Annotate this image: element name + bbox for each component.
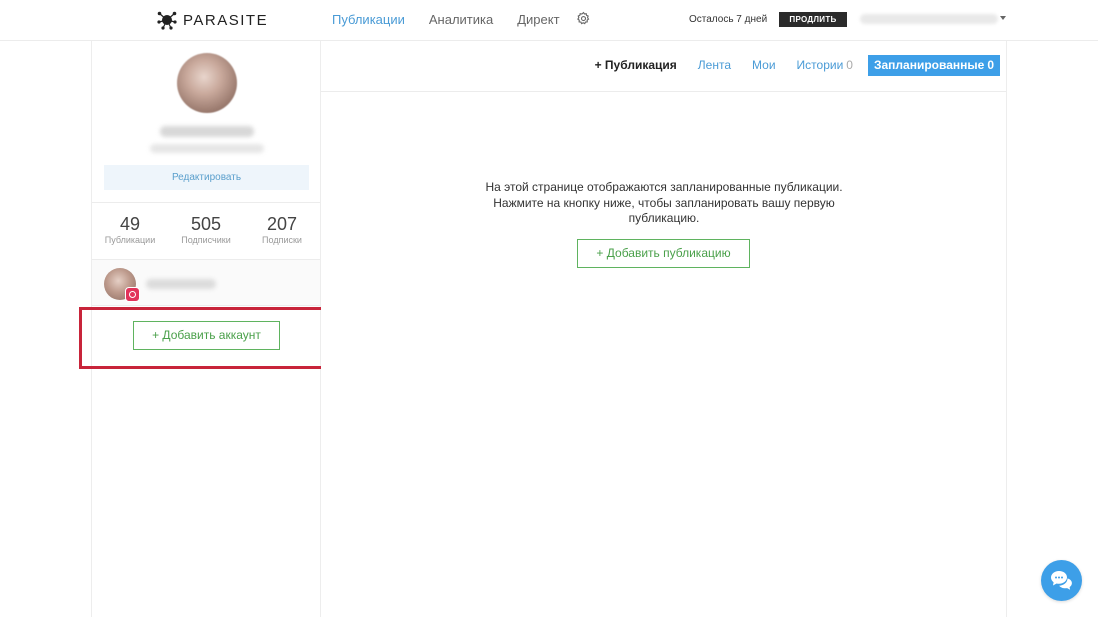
- add-publication-button[interactable]: + Добавить публикацию: [577, 239, 750, 268]
- extend-subscription-button[interactable]: ПРОДЛИТЬ: [779, 12, 847, 27]
- chat-bubbles-icon: [1051, 571, 1072, 590]
- tab-label: Запланированные: [873, 58, 985, 72]
- add-account-button[interactable]: + Добавить аккаунт: [133, 321, 280, 350]
- tab-feed[interactable]: Лента: [698, 55, 731, 76]
- profile-handle-blurred: [150, 144, 264, 153]
- nav-item-publications[interactable]: Публикации: [332, 12, 405, 27]
- profile-name-blurred: [160, 126, 254, 137]
- stat-label: Публикации: [104, 235, 156, 245]
- avatar: [177, 53, 237, 113]
- trial-remaining-text: Осталось 7 дней: [689, 14, 768, 25]
- account-email-blurred[interactable]: [860, 14, 998, 24]
- parasite-logo-icon: [157, 11, 177, 30]
- top-navigation-bar: PARASITE Публикации Аналитика Директ Ост…: [0, 0, 1098, 41]
- brand-name: PARASITE: [183, 11, 269, 29]
- nav-item-analytics[interactable]: Аналитика: [429, 12, 493, 27]
- profile-stats: 49 Публикации 505 Подписчики 207 Подписк…: [92, 214, 320, 245]
- tab-mine[interactable]: Мои: [752, 55, 776, 76]
- main-nav: Публикации Аналитика Директ: [332, 11, 590, 27]
- brand-logo[interactable]: PARASITE: [157, 10, 268, 30]
- chevron-down-icon[interactable]: [1000, 16, 1006, 20]
- chat-support-button[interactable]: [1041, 560, 1082, 601]
- nav-item-direct[interactable]: Директ: [517, 12, 559, 27]
- stat-value: 49: [119, 214, 141, 234]
- tab-stories[interactable]: Истории 0: [797, 55, 853, 76]
- tab-label: Истории: [796, 58, 844, 72]
- account-name-blurred: [146, 279, 216, 289]
- divider: [92, 202, 320, 203]
- empty-state-message: На этой странице отображаются запланиров…: [485, 180, 843, 225]
- profile-sidebar: Редактировать 49 Публикации 505 Подписчи…: [91, 41, 321, 617]
- publication-tabs: + Публикация Лента Мои Истории 0 Запланир…: [595, 55, 1000, 76]
- stat-label: Подписчики: [181, 235, 231, 245]
- stat-value: 505: [190, 214, 222, 234]
- gear-icon[interactable]: [576, 11, 591, 31]
- main-content: + Публикация Лента Мои Истории 0 Запланир…: [321, 41, 1007, 617]
- tab-count: 0: [987, 58, 994, 72]
- stat-label: Подписки: [262, 235, 302, 245]
- instagram-icon: [125, 287, 140, 302]
- stat-publications: 49 Публикации: [92, 214, 168, 245]
- tab-count: 0: [846, 58, 853, 72]
- new-publication-button[interactable]: + Публикация: [595, 55, 677, 76]
- tab-scheduled[interactable]: Запланированные 0: [867, 55, 1000, 76]
- edit-profile-button[interactable]: Редактировать: [104, 165, 309, 190]
- publication-tabs-header: + Публикация Лента Мои Истории 0 Запланир…: [321, 41, 1006, 92]
- account-list-item[interactable]: [92, 259, 320, 306]
- stat-following: 207 Подписки: [244, 214, 320, 245]
- stat-followers: 505 Подписчики: [168, 214, 244, 245]
- stat-value: 207: [266, 214, 298, 234]
